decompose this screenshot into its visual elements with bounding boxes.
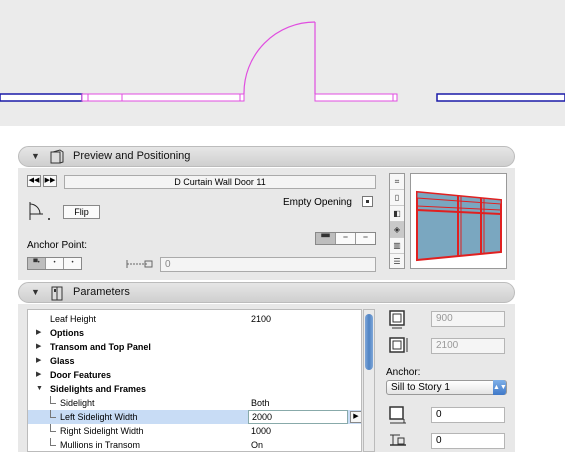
position-option-2-icon[interactable]: ═ bbox=[336, 233, 356, 244]
anchor-center-icon[interactable]: • bbox=[46, 258, 64, 269]
anchor-offset-icon bbox=[126, 260, 153, 268]
previous-button[interactable]: ◀◀ bbox=[27, 175, 41, 187]
empty-opening-checkbox[interactable] bbox=[362, 196, 373, 207]
anchor-offset-field[interactable]: 0 bbox=[160, 257, 376, 272]
position-option-1-icon[interactable]: ▀▀ bbox=[316, 233, 336, 244]
param-value[interactable]: 2000 bbox=[252, 410, 272, 424]
anchor-point-label: Anchor Point: bbox=[27, 240, 88, 251]
height-icon bbox=[389, 337, 408, 353]
empty-opening-label: Empty Opening bbox=[283, 197, 352, 208]
tree-connector bbox=[50, 396, 56, 404]
param-value[interactable]: Both bbox=[251, 396, 270, 410]
story-offset-field[interactable]: 0 bbox=[431, 433, 505, 449]
preview-view-toolbar[interactable]: ⌗ ▯ ◧ ◈ ▥ ☰ bbox=[389, 173, 405, 269]
param-name: Sidelights and Frames bbox=[50, 384, 147, 394]
param-name: Glass bbox=[50, 356, 75, 366]
param-row-selected[interactable]: Left Sidelight Width 2000 ▶ bbox=[28, 410, 361, 424]
3d-preview-thumbnail bbox=[410, 173, 507, 269]
param-name: Transom and Top Panel bbox=[50, 342, 151, 352]
preview-panel-header[interactable]: ▼ Preview and Positioning bbox=[18, 146, 515, 167]
list-view-icon[interactable]: ☰ bbox=[390, 254, 404, 270]
tree-connector bbox=[50, 424, 56, 432]
param-group-row[interactable]: ▶ Options bbox=[28, 326, 361, 340]
tree-connector bbox=[50, 410, 56, 418]
expand-triangle-icon[interactable]: ▶ bbox=[36, 354, 41, 368]
preview-panel-title: Preview and Positioning bbox=[73, 150, 191, 162]
flip-button[interactable]: Flip bbox=[63, 205, 100, 219]
anchor-select[interactable]: Sill to Story 1 ▲▼ bbox=[386, 380, 507, 395]
tree-connector bbox=[50, 438, 56, 446]
parameter-list-scrollbar[interactable] bbox=[363, 309, 375, 452]
collapse-triangle-icon[interactable]: ▼ bbox=[31, 287, 40, 297]
expand-triangle-icon[interactable]: ▶ bbox=[36, 326, 41, 340]
object-name-field[interactable]: D Curtain Wall Door 11 bbox=[64, 175, 376, 189]
anchor-point-segmented-control[interactable]: ▀• • • bbox=[27, 257, 82, 270]
parameter-list[interactable]: Leaf Height 2100 ▶ Options ▶ Transom and… bbox=[27, 309, 362, 452]
value-menu-arrow-icon[interactable]: ▶ bbox=[350, 411, 361, 423]
next-button[interactable]: ▶▶ bbox=[43, 175, 57, 187]
scrollbar-thumb[interactable] bbox=[365, 314, 373, 370]
preview-panel-icon bbox=[50, 149, 64, 164]
height-field[interactable]: 2100 bbox=[431, 338, 505, 354]
anchor-right-icon[interactable]: • bbox=[64, 258, 81, 269]
story-offset-icon bbox=[390, 434, 406, 446]
door-swing-icon bbox=[29, 202, 50, 220]
elevation-view-icon[interactable]: ▯ bbox=[390, 190, 404, 206]
section-view-icon[interactable]: ◧ bbox=[390, 206, 404, 222]
width-icon bbox=[389, 310, 405, 329]
param-value[interactable]: 1000 bbox=[251, 424, 271, 438]
param-row[interactable]: Sidelight Both bbox=[28, 396, 361, 410]
width-field[interactable]: 900 bbox=[431, 311, 505, 327]
anchor-label: Anchor: bbox=[386, 367, 421, 378]
position-segmented-control[interactable]: ▀▀ ═ ═ bbox=[315, 232, 376, 245]
param-group-row[interactable]: ▶ Door Features bbox=[28, 368, 361, 382]
param-row[interactable]: Leaf Height 2100 bbox=[28, 312, 361, 326]
param-group-row[interactable]: ▼ Sidelights and Frames bbox=[28, 382, 361, 396]
param-name: Options bbox=[50, 328, 84, 338]
param-name: Left Sidelight Width bbox=[60, 412, 138, 422]
anchor-select-value: Sill to Story 1 bbox=[391, 382, 450, 393]
position-option-3-icon[interactable]: ═ bbox=[356, 233, 375, 244]
param-name: Mullions in Transom bbox=[60, 440, 141, 450]
param-row[interactable]: Right Sidelight Width 1000 bbox=[28, 424, 361, 438]
param-name: Door Features bbox=[50, 370, 112, 380]
expand-triangle-icon[interactable]: ▶ bbox=[36, 368, 41, 382]
anchor-left-icon[interactable]: ▀• bbox=[28, 258, 46, 269]
param-group-row[interactable]: ▶ Glass bbox=[28, 354, 361, 368]
param-name: Sidelight bbox=[60, 398, 95, 408]
collapse-triangle-icon[interactable]: ▼ bbox=[31, 151, 40, 161]
expand-triangle-icon[interactable]: ▶ bbox=[36, 340, 41, 354]
sill-height-field[interactable]: 0 bbox=[431, 407, 505, 423]
param-value[interactable]: On bbox=[251, 438, 263, 451]
parameters-panel-header[interactable]: ▼ Parameters bbox=[18, 282, 515, 303]
param-value[interactable]: 2100 bbox=[251, 312, 271, 326]
plan-view-icon[interactable]: ⌗ bbox=[390, 174, 404, 190]
sill-height-icon bbox=[389, 406, 406, 424]
param-name: Right Sidelight Width bbox=[60, 426, 144, 436]
parameters-panel-title: Parameters bbox=[73, 286, 130, 298]
param-name: Leaf Height bbox=[50, 314, 97, 324]
select-arrows-icon[interactable]: ▲▼ bbox=[493, 380, 507, 395]
3d-view-icon[interactable]: ◈ bbox=[390, 222, 404, 238]
param-row[interactable]: Mullions in Transom On bbox=[28, 438, 361, 451]
collapse-triangle-icon[interactable]: ▼ bbox=[36, 382, 43, 396]
param-group-row[interactable]: ▶ Transom and Top Panel bbox=[28, 340, 361, 354]
parameters-panel-icon bbox=[51, 286, 63, 301]
door-detail-icon[interactable]: ▥ bbox=[390, 238, 404, 254]
plan-preview bbox=[0, 0, 565, 126]
